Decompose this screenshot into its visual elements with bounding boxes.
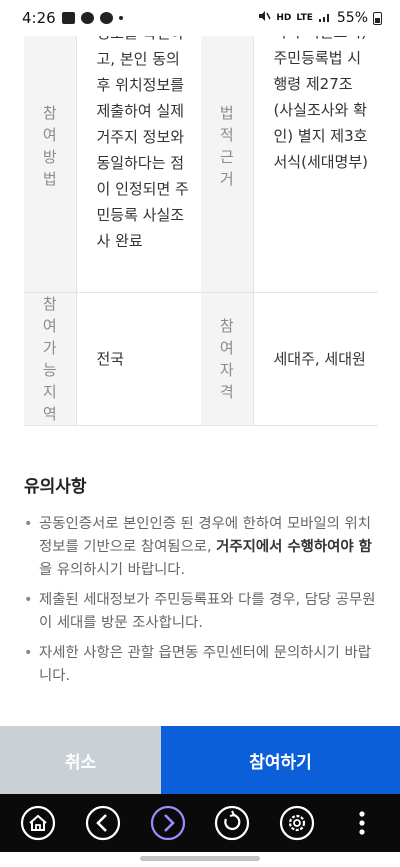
header-legal-basis: 법적근거 <box>201 0 253 293</box>
notice-item: 공동인증서로 본인인증 된 경우에 한하여 모바일의 위치정보를 기반으로 참여… <box>24 513 376 582</box>
mute-icon <box>257 9 271 27</box>
notice-section: 유의사항 공동인증서로 본인인증 된 경우에 한하여 모바일의 위치정보를 기반… <box>24 472 376 695</box>
header-participation-method: 참여방법 <box>24 0 76 293</box>
status-time: 4:26 <box>22 9 56 27</box>
info-table: 참여방법 정보를 확인하고, 본인 동의 후 위치정보를 제출하여 실제 거주지… <box>24 0 378 426</box>
signal-icon <box>318 10 332 27</box>
value-region: 전국 <box>75 292 201 426</box>
status-right: HD LTE 55% <box>257 9 382 27</box>
table-row: 참여방법 정보를 확인하고, 본인 동의 후 위치정보를 제출하여 실제 거주지… <box>24 0 378 293</box>
back-icon[interactable] <box>85 805 121 841</box>
notice-list: 공동인증서로 본인인증 된 경우에 한하여 모바일의 위치정보를 기반으로 참여… <box>24 513 376 688</box>
system-navigation-bar <box>0 852 400 867</box>
value-participation-method: 정보를 확인하고, 본인 동의 후 위치정보를 제출하여 실제 거주지 정보와 … <box>75 0 201 293</box>
value-eligibility: 세대주, 세대원 <box>252 292 378 426</box>
header-region: 참여가능지역 <box>24 292 76 426</box>
notice-item: 자세한 사항은 관할 읍면동 주민센터에 문의하시기 바랍니다. <box>24 642 376 688</box>
notice-title: 유의사항 <box>24 477 87 497</box>
status-bar: 4:26 HD LTE 55% <box>0 0 400 36</box>
gallery-notification-icon <box>61 12 75 24</box>
notice-item: 제출된 세대정보가 주민등록표와 다를 경우, 담당 공무원이 세대를 방문 조… <box>24 589 376 635</box>
forward-icon[interactable] <box>150 805 186 841</box>
more-icon[interactable] <box>344 805 380 841</box>
home-icon[interactable] <box>20 805 56 841</box>
status-left: 4:26 <box>22 9 257 27</box>
gesture-handle[interactable] <box>140 856 260 861</box>
cancel-button[interactable]: 취소 <box>0 726 161 794</box>
lte-indicator: LTE <box>296 12 313 23</box>
battery-icon <box>373 11 382 25</box>
settings-icon[interactable] <box>279 805 315 841</box>
chat-notification-icon <box>80 12 94 24</box>
join-button[interactable]: 참여하기 <box>161 726 400 794</box>
navigation-toolbar <box>0 794 400 852</box>
value-legal-basis: 제20조(사실조사와 직권조치) 주민등록법 시행령 제27조(사실조사와 확인… <box>252 0 378 293</box>
action-buttons: 취소 참여하기 <box>0 726 400 794</box>
soccer-notification-icon <box>99 12 113 24</box>
more-notifications-icon <box>118 16 123 20</box>
notice-emphasis: 거주지에서 수행하여야 함 <box>216 539 372 555</box>
table-row: 참여가능지역 전국 참여자격 세대주, 세대원 <box>24 292 378 426</box>
refresh-icon[interactable] <box>214 805 250 841</box>
battery-percent: 55% <box>336 10 368 26</box>
header-eligibility: 참여자격 <box>201 292 253 426</box>
hd-indicator: HD <box>276 12 292 23</box>
